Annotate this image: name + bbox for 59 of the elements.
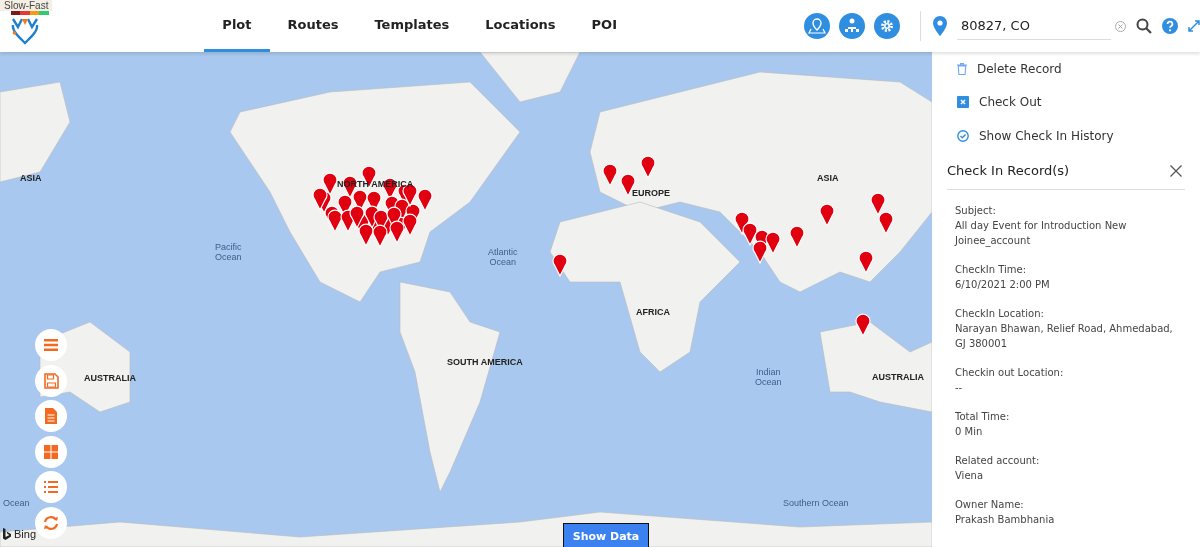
trash-icon [957,62,967,75]
continent-label: EUROPE [632,188,670,199]
check-circle-icon [957,129,969,142]
bing-logo-icon [3,528,11,540]
expand-icon[interactable] [1188,20,1200,32]
continent-label: AFRICA [636,307,670,318]
continent-label: AUSTRALIA [84,373,136,384]
field-label: Subject: [955,203,997,218]
document-icon[interactable] [35,400,67,432]
nav-tab[interactable]: Templates [356,0,468,52]
map-pin-icon[interactable] [804,13,830,39]
search-icon[interactable] [1136,18,1152,34]
clear-icon[interactable] [1115,20,1126,32]
nav-tab[interactable]: POI [573,0,635,52]
map-markers-drawing[interactable] [312,155,894,337]
help-icon[interactable] [1162,18,1178,34]
field-label: Related account: [955,453,1041,468]
close-icon[interactable] [1170,164,1182,177]
continent-label: ASIA [20,173,42,184]
field-label: CheckIn Location: [955,306,1045,321]
action-menu-item[interactable]: Delete Record [947,52,1185,86]
hierarchy-icon[interactable] [839,13,865,39]
location-pin-icon [933,16,947,36]
map-attribution: Bing [14,528,37,540]
continent-label: AUSTRALIA [872,372,924,383]
list-icon[interactable] [35,471,67,503]
nav-tab[interactable]: Routes [269,0,357,52]
settings-icon[interactable] [874,13,900,39]
action-menu-item[interactable]: Check Out [947,85,1185,119]
field-label: Total Time: [955,409,1011,424]
field-value: All day Event for Introduction New Joinee_account [955,218,1128,248]
menu-icon[interactable] [35,329,67,361]
save-icon[interactable] [35,364,67,397]
show-data-button[interactable]: Show Data [563,523,649,547]
field-value: Viena [955,468,985,483]
location-search-field[interactable]: 80827, CO [957,12,1111,40]
ocean-label: Atlantic Ocean [488,247,518,268]
grid-icon[interactable] [35,435,67,468]
action-menu-item[interactable]: Show Check In History [947,119,1185,153]
continent-label: ASIA [817,173,839,184]
close-box-icon [957,96,969,109]
field-label: CheckIn Time: [955,262,1028,277]
field-label: Checkin out Location: [955,365,1065,380]
panel-title: Check In Record(s) [947,163,1070,178]
speed-legend: Slow-Fast [0,0,53,11]
refresh-icon[interactable] [35,506,67,539]
ocean-label: Indian Ocean [755,367,782,388]
field-value: -- [955,380,964,395]
field-value: Narayan Bhawan, Relief Road, Ahmedabad, GJ 380001 [955,321,1174,351]
speed-scale-icon [11,11,49,15]
ocean-label: Ocean [3,498,30,509]
nav-tab[interactable]: Locations [467,0,574,52]
ocean-label: Southern Ocean [783,498,849,509]
field-value: Prakash Bambhania [955,512,1056,527]
ocean-label: Pacific Ocean [215,242,242,263]
continent-label: SOUTH AMERICA [447,357,523,368]
field-value: 0 Min [955,424,984,439]
field-label: Owner Name: [955,497,1025,512]
field-value: 6/10/2021 2:00 PM [955,277,1051,292]
